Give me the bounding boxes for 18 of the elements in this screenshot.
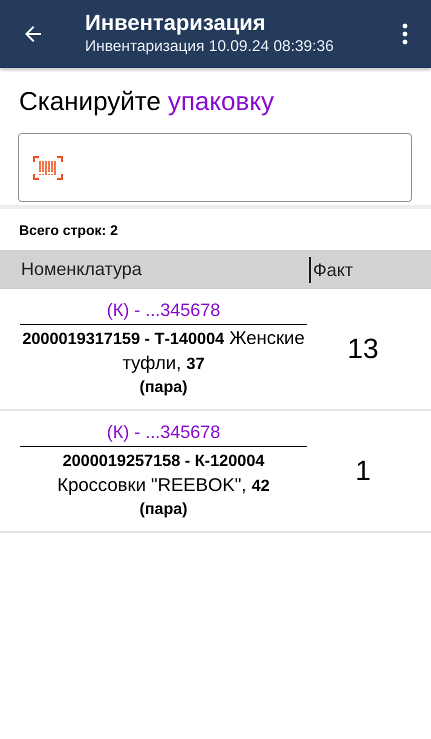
fact-quantity: 13	[347, 333, 379, 365]
column-header: Номенклатура	[20, 259, 143, 280]
item-description: 2000019257158 - К-120004 Кроссовки "REEBOK", 42	[56, 451, 271, 497]
prompt-target: упаковку	[168, 86, 274, 116]
barcode-icon	[33, 156, 63, 180]
package-code: (К) - ...345678	[20, 297, 307, 325]
screen-title: Инвентаризация	[85, 10, 267, 36]
item-unit: (пара)	[140, 500, 188, 520]
item-description: 2000019317159 - Т-140004 Женские туфли, 37	[21, 326, 306, 375]
more-menu-icon[interactable]	[402, 23, 408, 45]
screen-subtitle: Инвентаризация 10.09.24 08:39:36	[85, 37, 335, 57]
prompt-text: Сканируйте	[19, 86, 161, 116]
column-header: Факт	[309, 256, 354, 282]
package-code: (К) - ...345678	[20, 419, 307, 447]
item-unit: (пара)	[140, 378, 188, 398]
scan-field[interactable]	[18, 133, 412, 202]
row-count: Всего строк: 2	[18, 221, 119, 240]
fact-quantity: 1	[355, 455, 371, 487]
